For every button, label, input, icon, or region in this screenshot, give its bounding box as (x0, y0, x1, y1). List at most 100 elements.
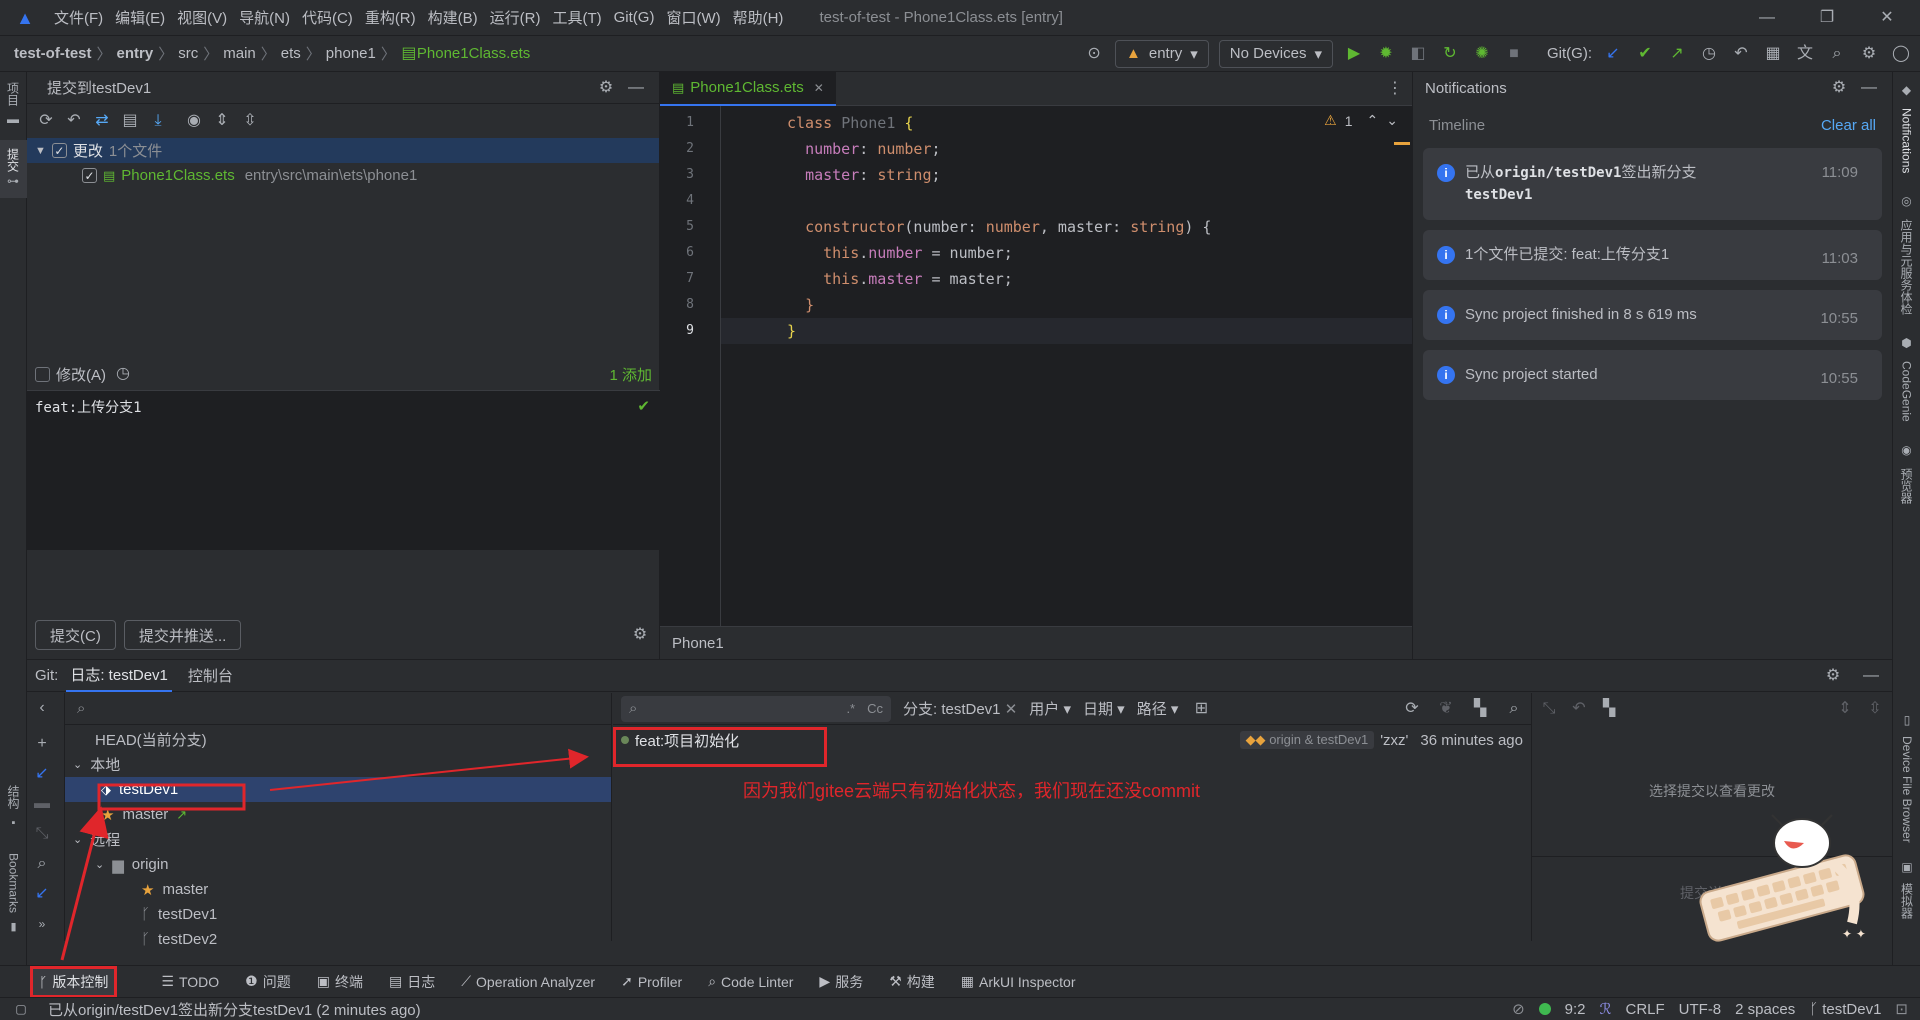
filter-date[interactable]: 日期 ▾ (1083, 698, 1125, 719)
gear-icon[interactable]: ⚙ (595, 77, 617, 99)
search-icon[interactable]: ⌕ (31, 853, 53, 875)
diff-icon[interactable]: ⇄ (91, 110, 113, 132)
graph-options-icon[interactable]: ▚ (1469, 698, 1491, 720)
translate-icon[interactable]: 文 (1794, 43, 1816, 65)
more-icon[interactable]: » (31, 913, 53, 935)
run-icon[interactable]: ▶ (1343, 43, 1365, 65)
build-button[interactable]: ⚒ 构建 (889, 972, 935, 992)
delete-icon[interactable]: ▬ (31, 793, 53, 815)
inspection-widget[interactable]: ⚠ 1 ⌃ ⌄ (1324, 112, 1398, 129)
refresh-icon[interactable]: ⟳ (35, 110, 57, 132)
breadcrumb-main[interactable]: main (223, 45, 256, 62)
file-encoding[interactable]: UTF-8 (1679, 1001, 1722, 1018)
gear-icon[interactable]: ⚙ (629, 624, 651, 646)
search-icon[interactable]: ⌕ (1503, 698, 1525, 720)
previewer-tool-button[interactable]: 预览器 (1898, 468, 1915, 504)
line-ending[interactable]: CRLF (1625, 1001, 1664, 1018)
cherry-pick-icon[interactable]: ❦ (1435, 698, 1457, 720)
settings-icon[interactable]: ⚙ (1858, 43, 1880, 65)
rollback-icon[interactable]: ↶ (63, 110, 85, 132)
code-text[interactable]: class Phone1 { number: number; master: s… (787, 110, 1387, 344)
commit-button[interactable]: 提交(C) (35, 620, 116, 650)
codegenie-tool-button[interactable]: CodeGenie (1900, 361, 1914, 422)
hide-icon[interactable]: — (1860, 665, 1882, 687)
project-tool-button[interactable]: 项目 (5, 82, 22, 106)
gear-icon[interactable]: ⚙ (1828, 77, 1850, 99)
compare-icon[interactable]: ⤡ (31, 823, 53, 845)
restore-icon[interactable]: ❐ (1816, 7, 1838, 29)
chevron-up-icon[interactable]: ⌃ (1367, 112, 1379, 129)
log-search-input[interactable]: ⌕ .* Cc (621, 695, 891, 722)
warning-marker[interactable] (1394, 142, 1410, 145)
history-icon[interactable]: ◷ (1698, 43, 1720, 65)
fetch-icon[interactable]: ↙ (31, 883, 53, 905)
branch-master[interactable]: ★ master ↗ (65, 802, 611, 827)
notification-card[interactable]: i Sync project finished in 8 s 619 ms 10… (1423, 290, 1882, 340)
match-case-icon[interactable]: Cc (867, 701, 883, 716)
revert-icon[interactable]: ↶ (1568, 698, 1590, 720)
close-icon[interactable]: ✕ (1876, 7, 1898, 29)
app-service-tool-button[interactable]: 应用与元服务体检 (1898, 219, 1915, 315)
module-select[interactable]: ▲ entry ▾ (1115, 39, 1209, 68)
branch-testdev1[interactable]: ⬗ testDev1 (65, 777, 611, 802)
minimize-icon[interactable]: — (1756, 7, 1778, 29)
device-select[interactable]: No Devices ▾ (1218, 39, 1333, 68)
add-icon[interactable]: + (31, 733, 53, 755)
changes-checkbox[interactable]: ✓ (51, 143, 67, 158)
expand-all-icon[interactable]: ⇕ (211, 110, 233, 132)
code-area[interactable]: class Phone1 { number: number; master: s… (720, 106, 1413, 626)
group-by-icon[interactable]: ▚ (1598, 698, 1620, 720)
layout-icon[interactable]: ▢ (12, 998, 30, 1020)
lock-icon[interactable]: ⊡ (1895, 1000, 1908, 1018)
menu-refactor[interactable]: 重构(R) (365, 7, 416, 28)
changelist-icon[interactable]: ▤ (119, 110, 141, 132)
menu-help[interactable]: 帮助(H) (733, 7, 784, 28)
rollback-icon[interactable]: ↶ (1730, 43, 1752, 65)
todo-button[interactable]: ☰ TODO (161, 973, 219, 990)
arkui-inspector-button[interactable]: ▦ ArkUI Inspector (961, 973, 1076, 990)
breadcrumb-file[interactable]: Phone1Class.ets (417, 45, 530, 62)
breadcrumb-src[interactable]: src (178, 45, 198, 62)
apply-changes-icon[interactable]: ↻ (1439, 43, 1461, 65)
amend-checkbox[interactable] (35, 366, 50, 382)
chevron-down-icon[interactable]: ▼ (35, 145, 46, 157)
menu-build[interactable]: 构建(B) (428, 7, 478, 28)
new-tab-icon[interactable]: ⊞ (1190, 698, 1212, 720)
back-icon[interactable]: ‹ (31, 697, 53, 719)
breadcrumb-module[interactable]: entry (117, 45, 154, 62)
structure-tool-button[interactable]: 结构 (5, 785, 22, 809)
editor-footer-label[interactable]: Phone1 (672, 635, 724, 652)
terminal-button[interactable]: ▣ 终端 (317, 972, 363, 992)
notification-card[interactable]: i Sync project started 10:55 (1423, 350, 1882, 400)
search-icon[interactable]: ⌕ (1826, 43, 1848, 65)
local-group[interactable]: ⌄ 本地 (65, 752, 611, 777)
remote-branch-testdev2[interactable]: ᚴ testDev2 (65, 927, 611, 952)
refresh-icon[interactable]: ⟳ (1401, 698, 1423, 720)
caret-position[interactable]: 9:2 (1565, 1001, 1586, 1018)
menu-code[interactable]: 代码(C) (302, 7, 353, 28)
menu-view[interactable]: 视图(V) (177, 7, 227, 28)
target-icon[interactable]: ⊙ (1083, 43, 1105, 65)
filter-branch[interactable]: 分支: testDev1 ✕ (903, 698, 1017, 719)
changed-file-row[interactable]: ✓ ▤ Phone1Class.ets entry\src\main\ets\p… (27, 163, 659, 188)
remote-group[interactable]: ⌄ 远程 (65, 827, 611, 852)
compare-icon[interactable]: ⤡ (1538, 698, 1560, 720)
update-icon[interactable]: ↙ (31, 763, 53, 785)
menu-git[interactable]: Git(G) (614, 9, 655, 26)
stop-icon[interactable]: ■ (1503, 43, 1525, 65)
filter-user[interactable]: 用户 ▾ (1029, 698, 1071, 719)
file-checkbox[interactable]: ✓ (82, 168, 97, 183)
expand-all-icon[interactable]: ⇕ (1834, 698, 1856, 720)
clock-icon[interactable]: ◷ (112, 363, 134, 385)
menu-tools[interactable]: 工具(T) (552, 7, 601, 28)
head-row[interactable]: HEAD(当前分支) (65, 727, 611, 752)
tab-console[interactable]: 控制台 (188, 665, 233, 686)
eye-icon[interactable]: ◉ (183, 110, 205, 132)
device-file-browser-tool-button[interactable]: Device File Browser (1900, 736, 1914, 843)
close-tab-icon[interactable]: ✕ (814, 81, 824, 95)
changed-file-name[interactable]: Phone1Class.ets (121, 167, 234, 184)
power-save-icon[interactable]: ⊘ (1512, 1000, 1525, 1018)
profiler-button[interactable]: ➚ Profiler (621, 973, 682, 990)
git-commit-icon[interactable]: ✔ (1634, 43, 1656, 65)
amend-label[interactable]: 修改(A) (56, 364, 106, 385)
